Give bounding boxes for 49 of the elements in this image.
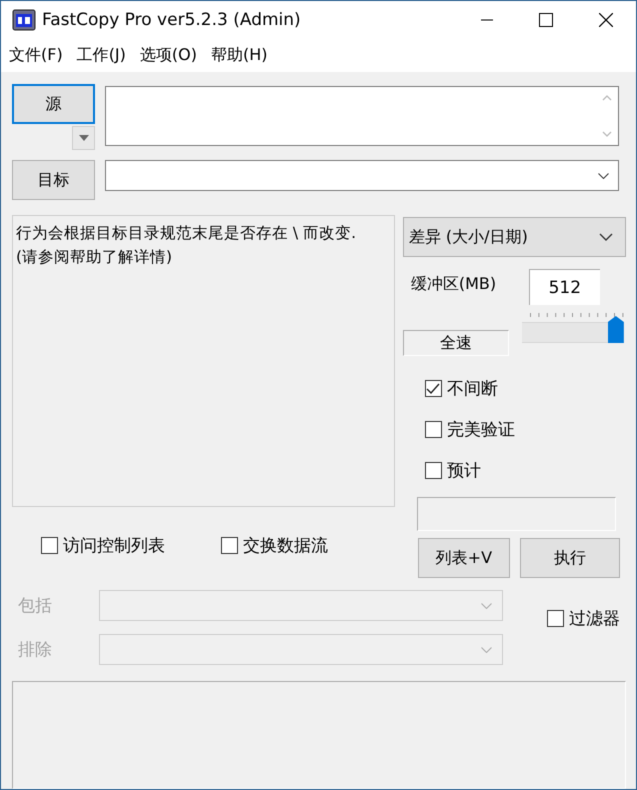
checkbox-label: 不间断 [446,378,498,400]
checkbox-label: 交换数据流 [243,535,328,557]
speed-label: 全速 [402,330,509,356]
filter-label: 排除 [17,639,53,661]
action-button[interactable]: 列表+V [418,538,510,578]
chevron-down-icon [481,646,492,652]
checkbox[interactable]: 交换数据流 [221,534,328,557]
menu-item[interactable]: 帮助(H) [210,45,268,66]
menu-item[interactable]: 工作(J) [76,45,126,66]
checkbox-box[interactable] [547,610,564,627]
filter-label: 包括 [17,595,53,617]
minimize-icon[interactable] [481,19,493,22]
speed-slider[interactable] [522,316,624,343]
mode-dropdown[interactable]: 差异 (大小/日期) [402,217,626,257]
mode-value: 差异 (大小/日期) [408,226,528,248]
menu-item[interactable]: 选项(O) [140,45,197,66]
checkbox-label: 访问控制列表 [63,535,165,557]
checkbox-box[interactable] [41,537,58,554]
menu-item[interactable]: 文件(F) [9,45,63,66]
source-button[interactable]: 源 [12,84,95,124]
info-text: 行为会根据目标目录规范末尾是否存在 \ 而改变. [16,223,358,244]
checkbox[interactable]: 访问控制列表 [41,534,165,557]
info-text: (请参阅帮助了解详情) [16,247,174,268]
close-icon[interactable] [599,13,613,28]
app-icon [12,8,36,32]
slider-thumb[interactable] [608,316,624,343]
target-button[interactable]: 目标 [12,160,95,200]
checkbox[interactable]: 不间断 [424,377,626,400]
chevron-down-icon [481,602,492,608]
checkbox-box[interactable] [424,462,442,479]
checkbox-label: 预计 [446,460,481,482]
buffer-label: 缓冲区(MB) [410,274,498,294]
chevron-down-icon [598,172,609,178]
buffer-field[interactable]: 512 [528,269,600,305]
target-field[interactable] [105,160,619,191]
history-dropdown-button[interactable] [72,126,95,150]
maximize-icon[interactable] [539,13,553,28]
checkbox[interactable]: 预计 [424,459,626,482]
checkbox-label: 过滤器 [569,608,620,630]
action-button[interactable]: 执行 [520,538,620,578]
window-title: FastCopy Pro ver5.2.3 (Admin) [42,10,301,30]
checkbox[interactable]: 过滤器 [547,607,620,630]
checkbox-box[interactable] [424,421,442,438]
checkbox-box[interactable] [424,380,442,397]
checkbox-label: 完美验证 [446,419,515,441]
checkbox[interactable]: 完美验证 [424,418,626,441]
caret-icon [78,135,88,141]
chevron-down-icon [599,233,613,241]
checkbox-box[interactable] [221,537,238,554]
